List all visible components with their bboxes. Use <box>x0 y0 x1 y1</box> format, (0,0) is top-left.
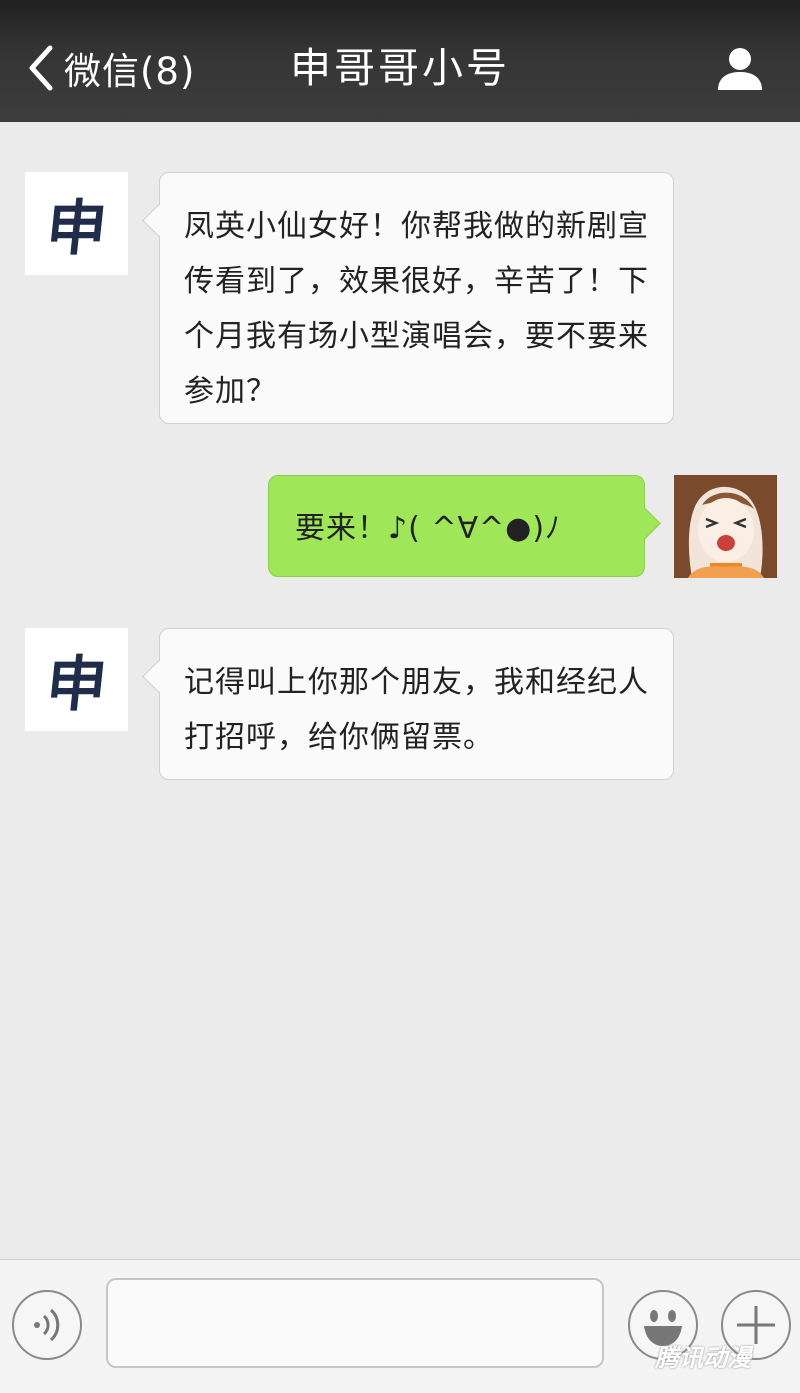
contact-avatar[interactable]: 申 <box>25 628 128 731</box>
message-text: 记得叫上你那个朋友，我和经纪人打招呼，给你俩留票。 <box>184 665 649 755</box>
avatar-char: 申 <box>42 650 110 720</box>
voice-icon <box>34 1308 60 1342</box>
chat-title: 申哥哥小号 <box>290 44 510 92</box>
watermark: 腾讯动漫 <box>655 1344 751 1372</box>
incoming-message[interactable]: 凤英小仙女好！你帮我做的新剧宣传看到了，效果很好，辛苦了！下个月我有场小型演唱会… <box>159 172 674 424</box>
contact-avatar[interactable]: 申 <box>25 172 128 275</box>
message-text: 凤英小仙女好！你帮我做的新剧宣传看到了，效果很好，辛苦了！下个月我有场小型演唱会… <box>184 209 649 409</box>
girl-avatar-icon <box>674 475 777 578</box>
user-profile-icon[interactable] <box>716 44 764 92</box>
incoming-message[interactable]: 记得叫上你那个朋友，我和经纪人打招呼，给你俩留票。 <box>159 628 674 780</box>
voice-button[interactable] <box>12 1290 82 1360</box>
message-text: 要来！♪( ^∀^●)ﾉ <box>295 511 562 546</box>
avatar-char: 申 <box>42 194 110 264</box>
my-avatar[interactable] <box>674 475 777 578</box>
message-input[interactable] <box>106 1278 604 1368</box>
top-bar: 微信(8) 申哥哥小号 <box>0 0 800 122</box>
outgoing-message[interactable]: 要来！♪( ^∀^●)ﾉ <box>268 475 645 577</box>
